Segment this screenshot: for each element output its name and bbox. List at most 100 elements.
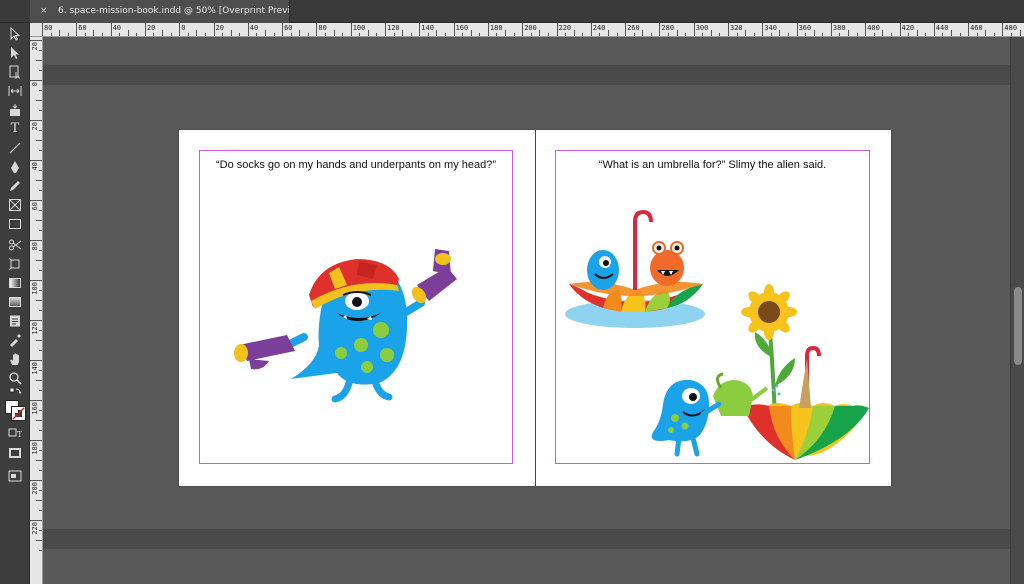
gradient-swatch-tool-icon[interactable] — [3, 274, 27, 291]
document-tab[interactable]: × 6. space-mission-book.indd @ 50% [Overp… — [30, 0, 290, 23]
rectangle-frame-tool-icon[interactable] — [3, 196, 27, 213]
ruler-minor-tick — [39, 390, 42, 391]
ruler-minor-tick — [410, 33, 412, 36]
hand-tool-icon[interactable] — [3, 350, 27, 367]
ruler-minor-tick — [753, 33, 755, 36]
ruler-minor-tick — [505, 30, 507, 36]
ruler-minor-tick — [170, 33, 172, 36]
scrollbar-thumb[interactable] — [1014, 287, 1022, 365]
content-collector-icon[interactable] — [3, 101, 27, 118]
umbrella-aliens-illustration[interactable] — [563, 208, 873, 468]
tools-panel: T T — [0, 23, 30, 584]
default-colors-icon[interactable] — [3, 385, 27, 399]
ruler-label: 60 — [284, 24, 293, 32]
type-tool-icon[interactable]: T — [3, 120, 27, 137]
ruler-label: 0 — [31, 82, 39, 87]
ruler-minor-tick — [39, 230, 42, 231]
eyedropper-tool-icon[interactable] — [3, 331, 27, 348]
direct-selection-tool-icon[interactable] — [3, 44, 27, 61]
ruler-major-tick — [796, 23, 798, 36]
ruler-minor-tick — [59, 30, 61, 36]
fill-stroke-swatch[interactable] — [3, 399, 27, 423]
gap-tool-icon[interactable] — [3, 82, 27, 99]
zoom-tool-icon[interactable] — [3, 369, 27, 386]
ruler-major-tick — [693, 23, 695, 36]
ruler-minor-tick — [719, 33, 721, 36]
document-tab-bar: × 6. space-mission-book.indd @ 50% [Overp… — [0, 0, 1024, 23]
ruler-minor-tick — [736, 33, 738, 36]
ruler-minor-tick — [36, 500, 42, 501]
ruler-label: 460 — [970, 24, 983, 32]
ruler-label: 60 — [78, 24, 87, 32]
ruler-label: 180 — [489, 24, 503, 32]
ruler-minor-tick — [513, 33, 515, 36]
ruler-major-tick — [76, 23, 78, 36]
ruler-minor-tick — [39, 330, 42, 331]
note-tool-icon[interactable] — [3, 312, 27, 329]
ruler-minor-tick — [445, 33, 447, 36]
free-transform-tool-icon[interactable] — [3, 255, 27, 272]
scissors-tool-icon[interactable] — [3, 236, 27, 253]
page-spread[interactable]: “Do socks go on my hands and underpants … — [179, 130, 891, 486]
ruler-minor-tick — [342, 33, 344, 36]
ruler-minor-tick — [324, 33, 326, 36]
ruler-minor-tick — [102, 33, 104, 36]
formatting-affects-container-icon[interactable]: T — [3, 426, 27, 440]
ruler-major-tick — [30, 320, 42, 321]
line-tool-icon[interactable] — [3, 139, 27, 156]
ruler-minor-tick — [582, 33, 584, 36]
ruler-minor-tick — [676, 30, 678, 36]
ruler-minor-tick — [959, 33, 961, 36]
pencil-tool-icon[interactable] — [3, 177, 27, 194]
close-tab-icon[interactable]: × — [40, 0, 52, 23]
selection-tool-icon[interactable] — [3, 25, 27, 42]
ruler-label: 220 — [558, 24, 572, 32]
ruler-major-tick — [30, 520, 42, 521]
page-tool-icon[interactable] — [3, 63, 27, 80]
ruler-minor-tick — [496, 33, 498, 36]
ruler-major-tick — [385, 23, 386, 36]
pen-tool-icon[interactable] — [3, 158, 27, 175]
ruler-major-tick — [453, 23, 455, 36]
ruler-label: 140 — [31, 362, 39, 375]
ruler-minor-tick — [873, 33, 875, 36]
sock-monster-illustration[interactable] — [229, 245, 479, 415]
ruler-minor-tick — [39, 370, 42, 371]
ruler-minor-tick — [39, 110, 42, 111]
ruler-minor-tick — [710, 30, 712, 36]
ruler-label: 320 — [730, 24, 743, 32]
ruler-minor-tick — [39, 310, 42, 311]
ruler-minor-tick — [256, 33, 258, 36]
left-page-text-frame[interactable]: “Do socks go on my hands and underpants … — [199, 159, 513, 171]
ruler-minor-tick — [950, 30, 952, 36]
ruler-minor-tick — [770, 33, 772, 36]
document-title: 6. space-mission-book.indd @ 50% [Overpr… — [58, 6, 290, 16]
ruler-label: 440 — [935, 24, 949, 32]
ruler-minor-tick — [650, 33, 652, 36]
vertical-scrollbar[interactable] — [1010, 37, 1024, 584]
vertical-ruler[interactable]: 20 0 20 40 60 80 100 120 140 160 180 200 220 — [30, 37, 43, 584]
ruler-label: 220 — [31, 522, 39, 535]
ruler-minor-tick — [848, 30, 850, 36]
ruler-minor-tick — [856, 33, 858, 36]
ruler-minor-tick — [427, 33, 429, 36]
ruler-minor-tick — [367, 30, 369, 36]
ruler-label: 140 — [421, 24, 434, 32]
horizontal-ruler[interactable]: 80 60 40 20 0 20 40 60 80 100 120 140 160 180 200 220 24… — [30, 23, 1024, 37]
rectangle-tool-icon[interactable] — [3, 215, 27, 232]
ruler-label: 80 — [31, 242, 39, 251]
normal-view-mode-icon[interactable] — [3, 444, 27, 461]
ruler-label: 380 — [832, 24, 846, 32]
ruler-label: 60 — [31, 202, 39, 211]
ruler-major-tick — [762, 23, 764, 36]
ruler-minor-tick — [36, 300, 42, 301]
pasteboard-band — [43, 65, 1010, 85]
ruler-minor-tick — [39, 150, 42, 151]
ruler-minor-tick — [607, 30, 609, 36]
ruler-label: 300 — [695, 24, 709, 32]
ruler-minor-tick — [50, 33, 52, 36]
right-page-text-frame[interactable]: “What is an umbrella for?” Slimy the ali… — [555, 159, 870, 171]
gradient-feather-tool-icon[interactable] — [3, 293, 27, 310]
ruler-minor-tick — [307, 33, 309, 36]
screen-mode-icon[interactable] — [3, 467, 27, 484]
